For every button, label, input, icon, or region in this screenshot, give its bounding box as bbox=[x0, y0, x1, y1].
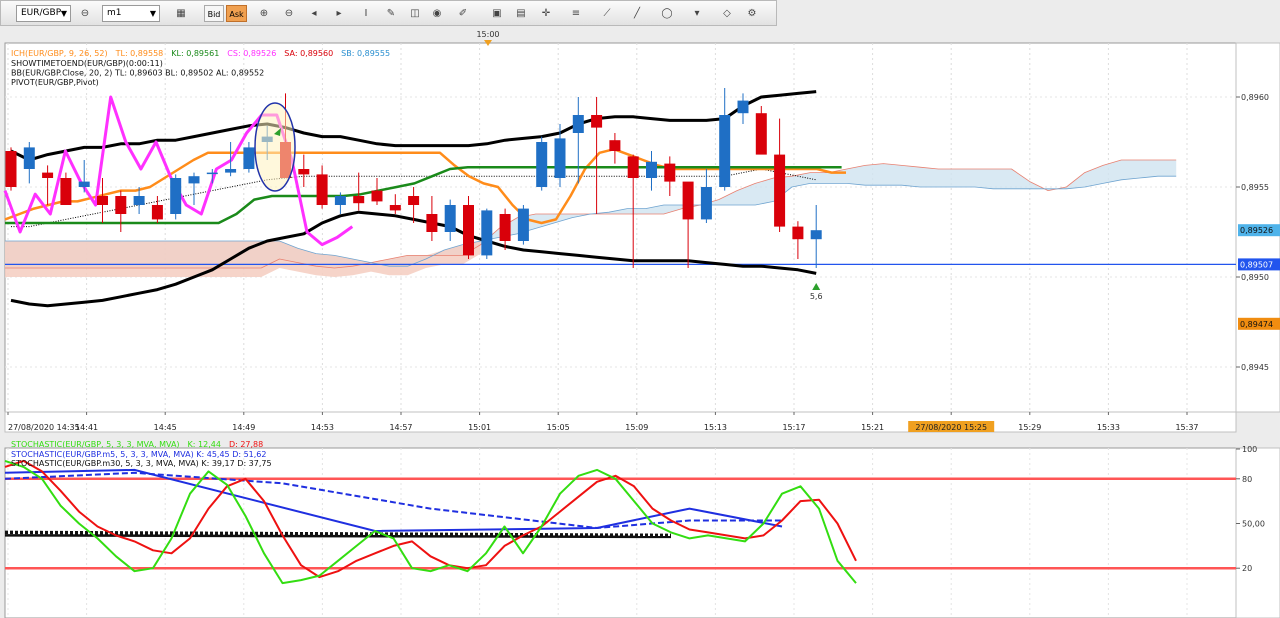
x-tick-label: 27/08/2020 14:35 bbox=[8, 423, 80, 432]
candle-body bbox=[719, 115, 731, 187]
x-tick-label: 15:33 bbox=[1097, 423, 1120, 432]
y-tick-label: 100 bbox=[1242, 445, 1257, 454]
x-tick-label: 14:57 bbox=[389, 423, 412, 432]
candle-body bbox=[188, 176, 200, 184]
candle-body bbox=[371, 190, 383, 202]
price-tag-label: 0,89526 bbox=[1240, 226, 1273, 235]
y-tick-label: 80 bbox=[1242, 475, 1252, 484]
legend-entry: KL: 0,89561 bbox=[171, 49, 219, 58]
candle-body bbox=[572, 115, 584, 133]
x-tick-label: 15:01 bbox=[468, 423, 491, 432]
legend-entry: SA: 0,89560 bbox=[284, 49, 333, 58]
candle-body bbox=[206, 172, 218, 175]
candle-body bbox=[554, 138, 566, 178]
candle-body bbox=[627, 156, 639, 178]
stoch-legend-entry: K: 12,44 bbox=[188, 440, 221, 449]
candle-body bbox=[298, 169, 310, 175]
candle-body bbox=[97, 196, 108, 205]
candle-body bbox=[591, 115, 603, 128]
x-tick-label: 15:13 bbox=[704, 423, 727, 432]
candle-body bbox=[115, 196, 127, 214]
candle-body bbox=[42, 172, 54, 178]
candle-body bbox=[792, 226, 804, 240]
candle-body bbox=[517, 208, 529, 241]
candle-body bbox=[408, 196, 420, 205]
candle-body bbox=[5, 151, 17, 187]
y-tick-label: 0,8945 bbox=[1241, 363, 1269, 372]
legend-entry: ICH(EUR/GBP, 9, 26, 52) bbox=[11, 49, 108, 58]
x-tick-label: 14:49 bbox=[232, 423, 255, 432]
x-tick-label: 15:17 bbox=[782, 423, 805, 432]
x-tick-label: 15:09 bbox=[625, 423, 648, 432]
stoch-plot-area bbox=[4, 447, 1237, 618]
stoch-legend-line: STOCHASTIC(EUR/GBP.m30, 5, 3, 3, MVA, MV… bbox=[11, 459, 272, 468]
candle-body bbox=[646, 161, 657, 178]
time-axis bbox=[4, 411, 1237, 433]
candle-body bbox=[334, 196, 346, 205]
x-tick-label: 15:05 bbox=[547, 423, 570, 432]
candle-body bbox=[426, 214, 438, 232]
candle-body bbox=[774, 154, 786, 227]
candle-body bbox=[316, 174, 328, 205]
time-marker-label: 15:00 bbox=[476, 30, 499, 39]
annotation-label: 5,6 bbox=[810, 292, 823, 301]
candle-body bbox=[682, 181, 694, 220]
candle-body bbox=[151, 205, 163, 220]
x-tick-label: 27/08/2020 15:25 bbox=[915, 423, 987, 432]
candle-body bbox=[389, 205, 401, 211]
candle-body bbox=[609, 140, 621, 151]
stoch-legend-entry: D: 27,88 bbox=[229, 440, 263, 449]
y-tick-label: 20 bbox=[1242, 564, 1252, 573]
y-tick-label: 0,8955 bbox=[1241, 183, 1269, 192]
legend-line: BB(EUR/GBP.Close, 20, 2) TL: 0,89603 BL:… bbox=[11, 69, 264, 78]
candle-body bbox=[664, 163, 676, 182]
y-tick-label: 0,8960 bbox=[1241, 93, 1269, 102]
y-tick-label: 50,00 bbox=[1242, 520, 1265, 529]
candle-body bbox=[243, 147, 255, 169]
candle-body bbox=[499, 214, 511, 241]
x-tick-label: 15:29 bbox=[1018, 423, 1041, 432]
candle-body bbox=[133, 196, 145, 205]
candle-body bbox=[810, 230, 822, 240]
highlight-ellipse bbox=[254, 102, 296, 192]
candle-body bbox=[353, 196, 365, 204]
candle-body bbox=[481, 210, 493, 256]
legend-line: SHOWTIMETOEND(EUR/GBP)(0:00:11) bbox=[11, 59, 163, 68]
chart-canvas[interactable]: 15:00 5,6 0,8960 0,8955 0,8950 0,8945 0,89526 0… bbox=[0, 0, 1280, 618]
candle-body bbox=[700, 187, 712, 220]
stoch-legend-line: STOCHASTIC(EUR/GBP.m5, 5, 3, 3, MVA, MVA… bbox=[11, 450, 267, 459]
candle-body bbox=[463, 205, 474, 256]
x-tick-label: 15:37 bbox=[1175, 423, 1198, 432]
candle-body bbox=[225, 169, 237, 173]
x-tick-label: 14:45 bbox=[154, 423, 177, 432]
stoch-m30-k bbox=[4, 534, 672, 539]
price-tag-label: 0,89507 bbox=[1240, 260, 1273, 269]
candle-body bbox=[444, 205, 456, 232]
x-tick-label: 14:41 bbox=[75, 423, 98, 432]
stoch-legend-entry: STOCHASTIC(EUR/GBP, 5, 3, 3, MVA, MVA) bbox=[11, 440, 180, 449]
candle-body bbox=[170, 178, 182, 214]
candle-body bbox=[60, 178, 72, 205]
candle-body bbox=[755, 113, 767, 155]
candle-body bbox=[78, 181, 90, 187]
candle-body bbox=[23, 147, 35, 169]
y-tick-label: 0,8950 bbox=[1241, 273, 1269, 282]
legend-entry: CS: 0,89526 bbox=[227, 49, 276, 58]
price-tag-label: 0,89474 bbox=[1240, 320, 1273, 329]
legend-line: PIVOT(EUR/GBP,Pivot) bbox=[11, 78, 99, 87]
stoch-axis bbox=[1235, 447, 1280, 618]
candle-body bbox=[737, 100, 749, 114]
x-tick-label: 14:53 bbox=[311, 423, 334, 432]
x-tick-label: 15:21 bbox=[861, 423, 884, 432]
candle-body bbox=[536, 142, 548, 187]
price-plot-area bbox=[4, 42, 1237, 413]
legend-entry: TL: 0,89558 bbox=[115, 49, 164, 58]
stochastic-chart: 100 80 50,00 20 STOCHASTIC(EUR/GBP, 5, 3, 3,… bbox=[0, 433, 1280, 618]
legend-entry: SB: 0,89555 bbox=[341, 49, 390, 58]
